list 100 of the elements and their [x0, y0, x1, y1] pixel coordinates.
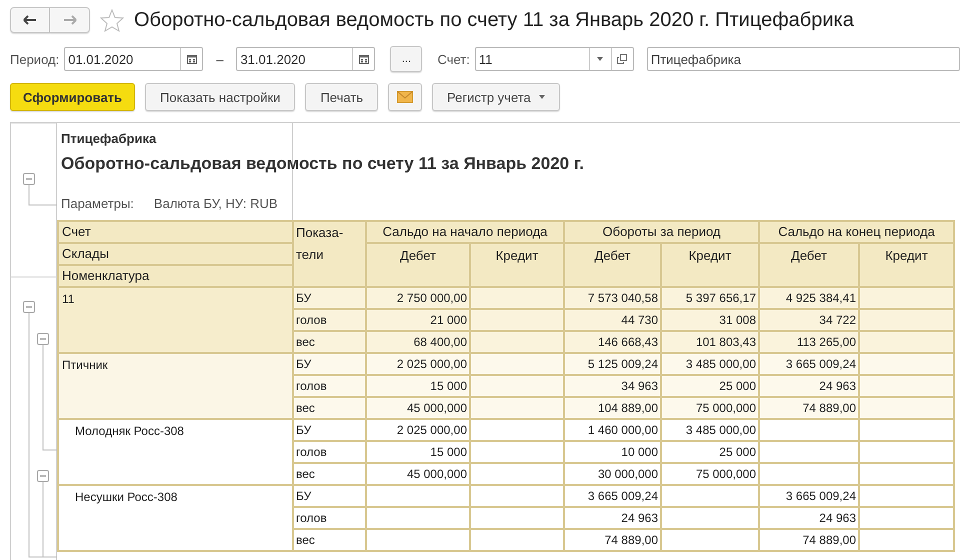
collapse-icon[interactable]: [23, 173, 35, 185]
column-header: Показа- тели: [293, 221, 366, 287]
amount-cell: 15 000: [366, 441, 470, 463]
amount-cell: 104 889,00: [564, 397, 661, 419]
report-organization: Птицефабрика: [61, 130, 156, 148]
open-window-icon: [617, 54, 628, 64]
indicator-cell: вес: [293, 331, 366, 353]
envelope-icon: [397, 91, 414, 104]
amount-cell: 34 963: [564, 375, 661, 397]
amount-cell: 3 485 000,00: [661, 419, 759, 441]
period-dash: –: [215, 50, 224, 69]
parameters-label: Параметры:: [61, 195, 134, 213]
right-arrow-icon: [62, 15, 76, 26]
column-header: Номенклатура: [58, 265, 293, 287]
amount-cell: 25 000: [661, 441, 759, 463]
amount-cell: 31 008: [661, 309, 759, 331]
amount-cell: 10 000: [564, 441, 661, 463]
amount-cell: 3 665 009,24: [759, 353, 859, 375]
column-header: Склады: [58, 243, 293, 265]
indicator-cell: голов: [293, 309, 366, 331]
amount-cell: 24 963: [759, 507, 859, 529]
window-title: Оборотно-сальдовая ведомость по счету 11 за Январь 2020 г. Птицефабрика: [134, 8, 854, 34]
collapse-icon[interactable]: [37, 470, 49, 482]
column-header: Кредит: [859, 243, 954, 287]
amount-cell: 68 400,00: [366, 331, 470, 353]
indicator-cell: БУ: [293, 419, 366, 441]
email-button[interactable]: [388, 83, 422, 112]
amount-cell: 3 665 009,24: [759, 485, 859, 507]
amount-cell: 24 963: [759, 375, 859, 397]
generate-button[interactable]: Сформировать: [10, 83, 136, 112]
indicator-cell: голов: [293, 441, 366, 463]
organization-field[interactable]: Птицефабрика: [646, 47, 960, 72]
amount-cell: 146 668,43: [564, 331, 661, 353]
column-group-header: Сальдо на конец периода: [759, 221, 954, 243]
indicator-cell: БУ: [293, 287, 366, 309]
register-dropdown[interactable]: Регистр учета: [432, 83, 560, 112]
amount-cell: 5 397 656,17: [661, 287, 759, 309]
date-to-field[interactable]: 31.01.2020: [236, 47, 376, 72]
indicator-cell: БУ: [293, 485, 366, 507]
amount-cell: 3 485 000,00: [661, 353, 759, 375]
column-header: Счет: [58, 221, 293, 243]
period-select-button[interactable]: ...: [390, 46, 422, 72]
account-label: Счет:: [437, 50, 470, 69]
indicator-cell: вес: [293, 463, 366, 485]
date-from-field[interactable]: 01.01.2020: [64, 47, 204, 72]
amount-cell: 45 000,000: [366, 463, 470, 485]
column-group-header: Сальдо на начало периода: [366, 221, 564, 243]
amount-cell: 2 750 000,00: [366, 287, 470, 309]
amount-cell: 4 925 384,41: [759, 287, 859, 309]
amount-cell: 45 000,000: [366, 397, 470, 419]
period-label: Период:: [10, 50, 60, 69]
amount-cell: 74 889,00: [759, 397, 859, 419]
caret-icon: [597, 57, 604, 62]
amount-cell: 30 000,000: [564, 463, 661, 485]
indicator-cell: вес: [293, 397, 366, 419]
column-group-header: Обороты за период: [564, 221, 759, 243]
amount-cell: 74 889,00: [564, 529, 661, 551]
column-header: Дебет: [366, 243, 470, 287]
row-group-name: 11: [58, 287, 293, 353]
calendar-icon: [186, 54, 197, 64]
toolbar-button[interactable]: Печать: [305, 83, 378, 112]
amount-cell: 24 963: [564, 507, 661, 529]
report-title: Оборотно-сальдовая ведомость по счету 11 за Январь 2020 г.: [61, 152, 584, 174]
amount-cell: 75 000,000: [661, 463, 759, 485]
indicator-cell: голов: [293, 375, 366, 397]
amount-cell: 113 265,00: [759, 331, 859, 353]
account-field[interactable]: 11: [474, 47, 634, 72]
row-group-name: Несушки Росс-308: [58, 485, 293, 551]
amount-cell: 5 125 009,24: [564, 353, 661, 375]
row-group-name: Молодняк Росс-308: [58, 419, 293, 485]
calendar-icon: [358, 54, 369, 64]
amount-cell: 25 000: [661, 375, 759, 397]
star-icon[interactable]: [100, 8, 124, 32]
amount-cell: 74 889,00: [759, 529, 859, 551]
left-arrow-icon: [23, 15, 37, 26]
collapse-icon[interactable]: [37, 333, 49, 345]
amount-cell: 44 730: [564, 309, 661, 331]
column-header: Дебет: [564, 243, 661, 287]
amount-cell: 3 665 009,24: [564, 485, 661, 507]
amount-cell: 7 573 040,58: [564, 287, 661, 309]
toolbar-button[interactable]: Показать настройки: [145, 83, 296, 112]
indicator-cell: БУ: [293, 353, 366, 375]
column-header: Кредит: [661, 243, 759, 287]
amount-cell: 2 025 000,00: [366, 353, 470, 375]
amount-cell: 101 803,43: [661, 331, 759, 353]
amount-cell: 1 460 000,00: [564, 419, 661, 441]
parameters-value: Валюта БУ, НУ: RUB: [154, 195, 278, 213]
amount-cell: 75 000,000: [661, 397, 759, 419]
collapse-icon[interactable]: [23, 301, 35, 313]
amount-cell: 2 025 000,00: [366, 419, 470, 441]
indicator-cell: голов: [293, 507, 366, 529]
column-header: Кредит: [470, 243, 564, 287]
amount-cell: 34 722: [759, 309, 859, 331]
amount-cell: 15 000: [366, 375, 470, 397]
row-group-name: Птичник: [58, 353, 293, 419]
amount-cell: 21 000: [366, 309, 470, 331]
indicator-cell: вес: [293, 529, 366, 551]
back-button[interactable]: [10, 7, 50, 34]
caret-icon: [538, 95, 545, 100]
column-header: Дебет: [759, 243, 859, 287]
